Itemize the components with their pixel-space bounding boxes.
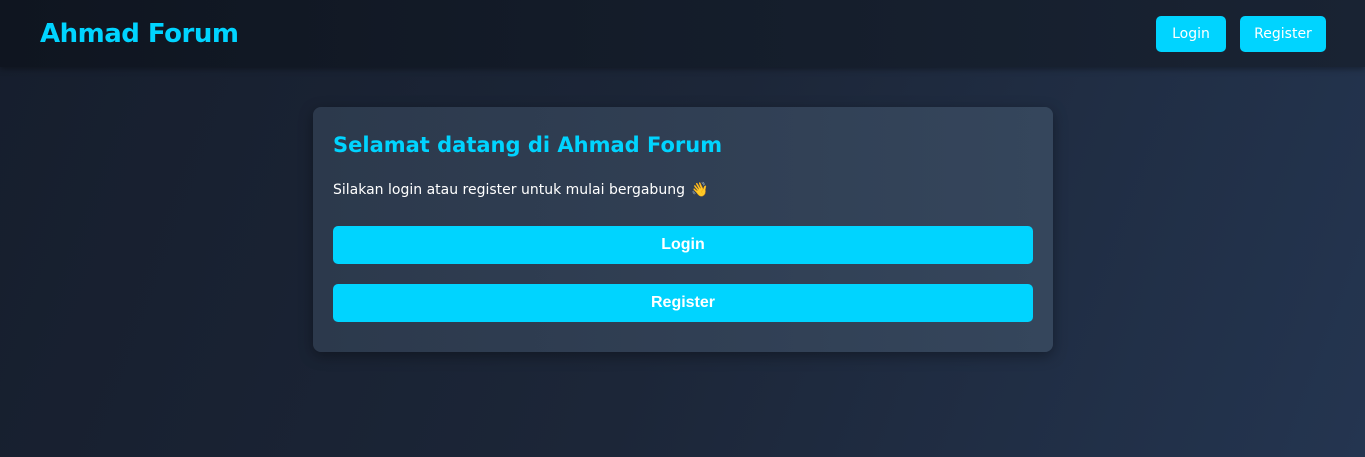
register-button[interactable]: Register <box>333 284 1033 322</box>
welcome-message: Silakan login atau register untuk mulai … <box>333 180 708 200</box>
welcome-message-text: Silakan login atau register untuk mulai … <box>333 182 685 198</box>
site-brand[interactable]: Ahmad Forum <box>40 17 239 51</box>
top-navbar: Ahmad Forum Login Register <box>0 0 1365 67</box>
nav-login-button[interactable]: Login <box>1156 16 1226 52</box>
welcome-card: Selamat datang di Ahmad Forum Silakan lo… <box>313 107 1053 352</box>
welcome-title: Selamat datang di Ahmad Forum <box>333 133 723 157</box>
login-button[interactable]: Login <box>333 226 1033 264</box>
nav-register-button[interactable]: Register <box>1240 16 1326 52</box>
waving-hand-icon: 👋 <box>690 182 709 198</box>
